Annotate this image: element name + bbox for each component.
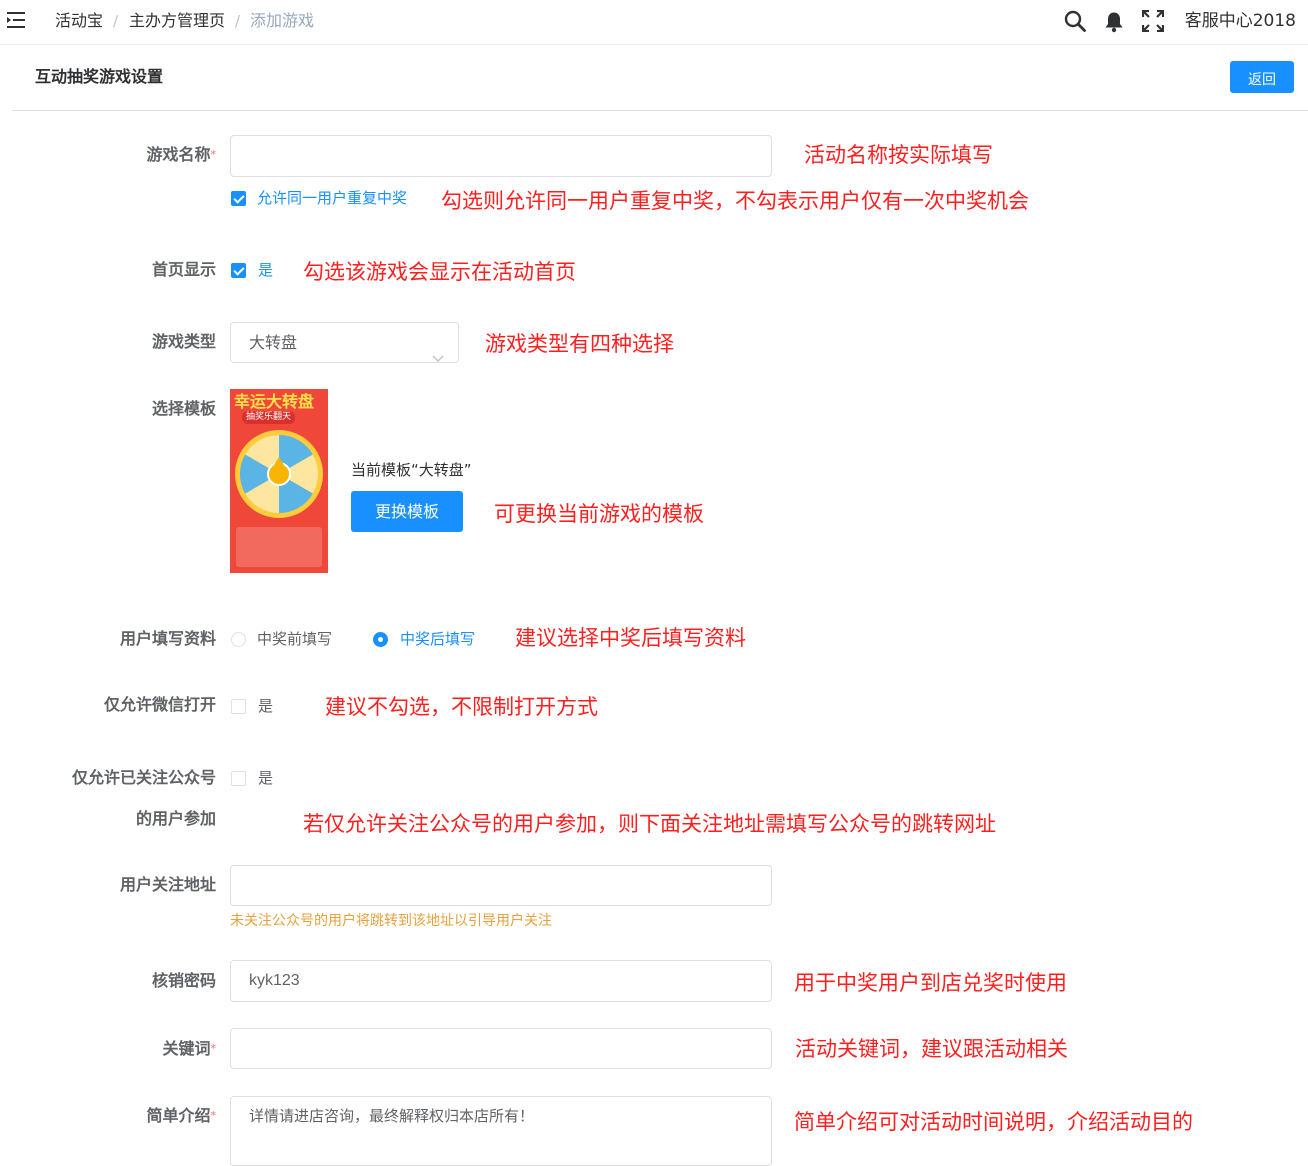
top-navbar: 活动宝 / 主办方管理页 / 添加游戏 客服中心2018	[0, 0, 1308, 45]
template-thumb-title: 幸运大转盘	[234, 392, 315, 411]
chevron-down-icon	[432, 338, 444, 377]
keyword-label: 关键词*	[162, 1039, 216, 1058]
back-button[interactable]: 返回	[1230, 61, 1294, 93]
keyword-input[interactable]	[230, 1028, 772, 1069]
fill-info-annotation: 建议选择中奖后填写资料	[515, 626, 746, 650]
template-annotation: 可更换当前游戏的模板	[494, 502, 704, 526]
wechat-only-checkbox[interactable]	[231, 699, 246, 714]
template-label: 选择模板	[151, 399, 216, 418]
follow-only-checkbox[interactable]	[231, 771, 246, 786]
game-name-input[interactable]	[230, 135, 772, 177]
fill-before-radio[interactable]	[231, 632, 246, 647]
allow-repeat-annotation: 勾选则允许同一用户重复中奖，不勾表示用户仅有一次中奖机会	[441, 189, 1029, 213]
allow-repeat-checkbox[interactable]	[231, 191, 246, 206]
prize-wheel-icon	[235, 430, 323, 518]
breadcrumb-item-home[interactable]: 活动宝	[55, 10, 103, 32]
fill-after-label[interactable]: 中奖后填写	[400, 629, 475, 649]
verify-password-annotation: 用于中奖用户到店兑奖时使用	[794, 971, 1067, 995]
homepage-checkbox[interactable]	[231, 263, 246, 278]
intro-label: 简单介绍*	[146, 1106, 216, 1125]
breadcrumb-item-current: 添加游戏	[250, 11, 315, 30]
wechat-only-option-label[interactable]: 是	[258, 696, 273, 716]
follow-url-label: 用户关注地址	[119, 875, 216, 894]
template-thumb-panel	[236, 527, 322, 567]
menu-fold-icon[interactable]	[7, 11, 27, 29]
follow-only-label-line1: 仅允许已关注公众号	[71, 768, 216, 787]
intro-annotation: 简单介绍可对活动时间说明，介绍活动目的	[794, 1110, 1193, 1134]
homepage-label: 首页显示	[151, 260, 216, 279]
bell-icon[interactable]	[1104, 11, 1124, 37]
breadcrumb-item-organizer[interactable]: 主办方管理页	[129, 10, 225, 32]
page-title: 互动抽奖游戏设置	[35, 67, 164, 86]
follow-only-label-line2: 的用户参加	[135, 809, 216, 828]
game-name-annotation: 活动名称按实际填写	[804, 143, 993, 167]
header-divider	[12, 110, 1308, 111]
wechat-only-annotation: 建议不勾选，不限制打开方式	[325, 695, 598, 719]
template-thumb-subtitle: 抽奖乐翻天	[242, 411, 296, 424]
game-type-annotation: 游戏类型有四种选择	[485, 332, 674, 356]
follow-only-option-label[interactable]: 是	[258, 768, 273, 788]
breadcrumb-separator: /	[235, 12, 241, 30]
intro-textarea[interactable]: 详情请进店咨询，最终解释权归本店所有！	[230, 1096, 772, 1166]
follow-url-input[interactable]	[230, 865, 772, 906]
template-thumbnail: 幸运大转盘 抽奖乐翻天	[230, 389, 328, 573]
allow-repeat-label[interactable]: 允许同一用户重复中奖	[257, 188, 407, 208]
verify-password-input[interactable]	[230, 960, 772, 1002]
game-type-value: 大转盘	[249, 333, 298, 352]
game-type-label: 游戏类型	[151, 332, 216, 351]
game-type-select[interactable]: 大转盘	[230, 322, 459, 363]
homepage-option-label[interactable]: 是	[258, 260, 273, 280]
keyword-annotation: 活动关键词，建议跟活动相关	[795, 1037, 1068, 1061]
follow-url-hint: 未关注公众号的用户将跳转到该地址以引导用户关注	[230, 913, 552, 929]
breadcrumb-separator: /	[113, 12, 119, 30]
fill-after-radio[interactable]	[373, 632, 388, 647]
follow-only-annotation: 若仅允许关注公众号的用户参加，则下面关注地址需填写公众号的跳转网址	[303, 812, 996, 836]
wechat-only-label: 仅允许微信打开	[103, 695, 216, 714]
game-name-label: 游戏名称*	[146, 145, 216, 164]
fill-before-label[interactable]: 中奖前填写	[257, 629, 332, 649]
fullscreen-icon[interactable]	[1141, 9, 1165, 36]
current-template-text: 当前模板“大转盘”	[351, 461, 472, 479]
verify-password-label: 核销密码	[151, 971, 216, 990]
fill-info-label: 用户填写资料	[119, 629, 216, 648]
search-icon[interactable]	[1064, 10, 1086, 36]
homepage-annotation: 勾选该游戏会显示在活动首页	[303, 260, 576, 284]
change-template-button[interactable]: 更换模板	[351, 491, 463, 532]
user-name[interactable]: 客服中心2018	[1185, 9, 1296, 33]
